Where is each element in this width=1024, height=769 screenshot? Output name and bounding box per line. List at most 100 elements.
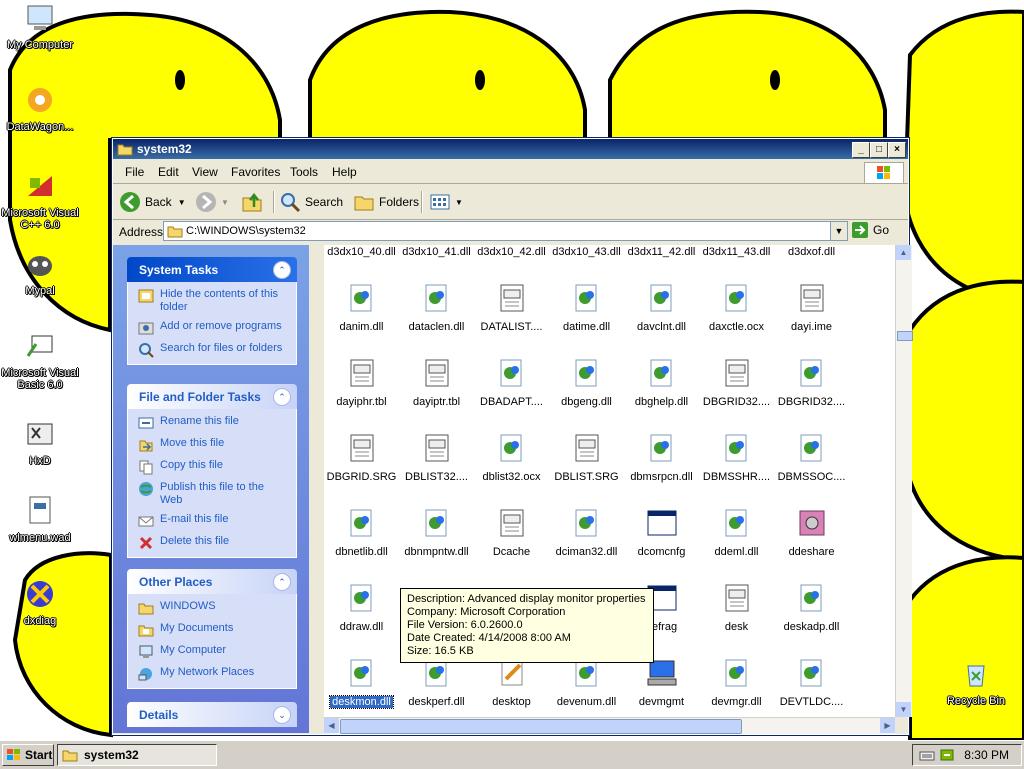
file-item[interactable]: d3dx11_43.dll	[699, 245, 774, 258]
file-item[interactable]: davclnt.dll	[624, 282, 699, 333]
task-delete-file[interactable]: Delete this file	[138, 535, 288, 551]
place-my-network-places[interactable]: My Network Places	[138, 666, 288, 682]
desktop-icon[interactable]: HxD	[0, 418, 80, 467]
scroll-up-icon[interactable]: ▲	[896, 245, 911, 260]
file-item[interactable]: DBMSSOC....	[774, 432, 849, 483]
close-button[interactable]: ×	[888, 142, 906, 158]
menu-favorites[interactable]: Favorites	[231, 165, 280, 179]
desktop-icon[interactable]: Microsoft Visual Basic 6.0	[0, 330, 80, 391]
folders-button[interactable]: Folders	[353, 189, 419, 215]
file-item[interactable]: datime.dll	[549, 282, 624, 333]
collapse-icon[interactable]: ⌃	[273, 261, 291, 279]
task-publish-web[interactable]: Publish this file to the Web	[138, 481, 288, 507]
file-item[interactable]: dbgeng.dll	[549, 357, 624, 408]
system-tasks-header[interactable]: System Tasks ⌃	[127, 257, 297, 282]
menu-file[interactable]: File	[125, 165, 144, 179]
file-item[interactable]: desktop	[474, 657, 549, 708]
file-item[interactable]: DEVTLDC....	[774, 657, 849, 708]
expand-icon[interactable]: ⌄	[273, 706, 291, 724]
scroll-down-icon[interactable]: ▼	[896, 702, 911, 717]
file-item[interactable]: devmgmt	[624, 657, 699, 708]
menu-edit[interactable]: Edit	[158, 165, 179, 179]
file-item[interactable]: deskmon.dll	[324, 657, 399, 709]
file-item[interactable]: dayiptr.tbl	[399, 357, 474, 408]
file-item[interactable]: desk	[699, 582, 774, 633]
file-item[interactable]: ddeshare	[774, 507, 849, 558]
file-item[interactable]: ddraw.dll	[324, 582, 399, 633]
place-my-documents[interactable]: My Documents	[138, 622, 288, 638]
address-input[interactable]: C:\WINDOWS\system32 ▼	[163, 221, 848, 241]
file-item[interactable]: dbnetlib.dll	[324, 507, 399, 558]
file-item[interactable]: DBLIST32....	[399, 432, 474, 483]
file-item[interactable]: deskadp.dll	[774, 582, 849, 633]
forward-button[interactable]: ▼	[195, 189, 229, 215]
scroll-left-icon[interactable]: ◀	[324, 718, 339, 733]
address-dropdown-button[interactable]: ▼	[830, 222, 847, 240]
collapse-icon[interactable]: ⌃	[273, 573, 291, 591]
horizontal-scrollbar[interactable]: ◀ ▶	[324, 717, 895, 734]
task-move-file[interactable]: Move this file	[138, 437, 288, 453]
file-item[interactable]: d3dx10_40.dll	[324, 245, 399, 258]
file-item[interactable]: devenum.dll	[549, 657, 624, 708]
other-places-header[interactable]: Other Places ⌃	[127, 569, 297, 594]
file-item[interactable]: daxctle.ocx	[699, 282, 774, 333]
back-button[interactable]: Back ▼	[119, 189, 186, 215]
desktop-icon[interactable]: dxdiag	[0, 578, 80, 627]
keyboard-icon[interactable]	[919, 747, 935, 763]
file-item[interactable]: Dcache	[474, 507, 549, 558]
file-item[interactable]: devmgr.dll	[699, 657, 774, 708]
file-item[interactable]: DBGRID32....	[699, 357, 774, 408]
file-item[interactable]: dbmsrpcn.dll	[624, 432, 699, 483]
file-item[interactable]: dataclen.dll	[399, 282, 474, 333]
task-rename-file[interactable]: Rename this file	[138, 415, 288, 431]
task-email-file[interactable]: E-mail this file	[138, 513, 288, 529]
file-tasks-header[interactable]: File and Folder Tasks ⌃	[127, 384, 297, 409]
minimize-button[interactable]: _	[852, 142, 870, 158]
file-item[interactable]: danim.dll	[324, 282, 399, 333]
maximize-button[interactable]: □	[870, 142, 888, 158]
hardware-icon[interactable]	[939, 747, 955, 763]
place-windows[interactable]: WINDOWS	[138, 600, 288, 616]
file-item[interactable]: d3dx10_42.dll	[474, 245, 549, 258]
file-item[interactable]: dayi.ime	[774, 282, 849, 333]
file-item[interactable]: d3dx10_43.dll	[549, 245, 624, 258]
file-item[interactable]: DBGRID32....	[774, 357, 849, 408]
file-item[interactable]: ddeml.dll	[699, 507, 774, 558]
scroll-right-icon[interactable]: ▶	[880, 718, 895, 733]
file-item[interactable]: d3dx10_41.dll	[399, 245, 474, 258]
search-button[interactable]: Search	[279, 189, 343, 215]
file-item[interactable]: dcomcnfg	[624, 507, 699, 558]
horizontal-scroll-thumb[interactable]	[340, 719, 742, 734]
vertical-scrollbar[interactable]: ▲ ▼	[895, 245, 913, 717]
task-hide-contents[interactable]: Hide the contents of this folder	[138, 288, 288, 314]
menu-tools[interactable]: Tools	[290, 165, 318, 179]
task-add-remove-programs[interactable]: Add or remove programs	[138, 320, 288, 336]
task-copy-file[interactable]: Copy this file	[138, 459, 288, 475]
desktop-icon[interactable]: Recycle Bin	[936, 658, 1016, 707]
start-button[interactable]: Start	[2, 744, 54, 766]
desktop-icon[interactable]: Microsoft Visual C++ 6.0	[0, 170, 80, 231]
file-item[interactable]: DATALIST....	[474, 282, 549, 333]
vertical-scroll-thumb[interactable]	[897, 331, 913, 341]
up-folder-button[interactable]	[241, 189, 267, 215]
file-item[interactable]: d3dxof.dll	[774, 245, 849, 258]
file-item[interactable]: dayiphr.tbl	[324, 357, 399, 408]
desktop-icon[interactable]: Mypal	[0, 248, 80, 297]
file-item[interactable]: dciman32.dll	[549, 507, 624, 558]
go-button[interactable]: Go	[851, 221, 889, 239]
place-my-computer[interactable]: My Computer	[138, 644, 288, 660]
collapse-icon[interactable]: ⌃	[273, 388, 291, 406]
title-bar[interactable]: system32 _ □ ×	[113, 139, 908, 159]
file-item[interactable]: deskperf.dll	[399, 657, 474, 708]
file-item[interactable]: d3dx11_42.dll	[624, 245, 699, 258]
desktop-icon[interactable]: wlmenu.wad	[0, 495, 80, 544]
views-button[interactable]: ▼	[429, 189, 463, 215]
file-item[interactable]: DBADAPT....	[474, 357, 549, 408]
file-item[interactable]: DBLIST.SRG	[549, 432, 624, 483]
task-search-files[interactable]: Search for files or folders	[138, 342, 288, 358]
file-item[interactable]: dblist32.ocx	[474, 432, 549, 483]
file-item[interactable]: DBMSSHR....	[699, 432, 774, 483]
file-item[interactable]: dbnmpntw.dll	[399, 507, 474, 558]
desktop-icon[interactable]: My Computer	[0, 2, 80, 51]
desktop-icon[interactable]: DataWagon...	[0, 84, 80, 133]
